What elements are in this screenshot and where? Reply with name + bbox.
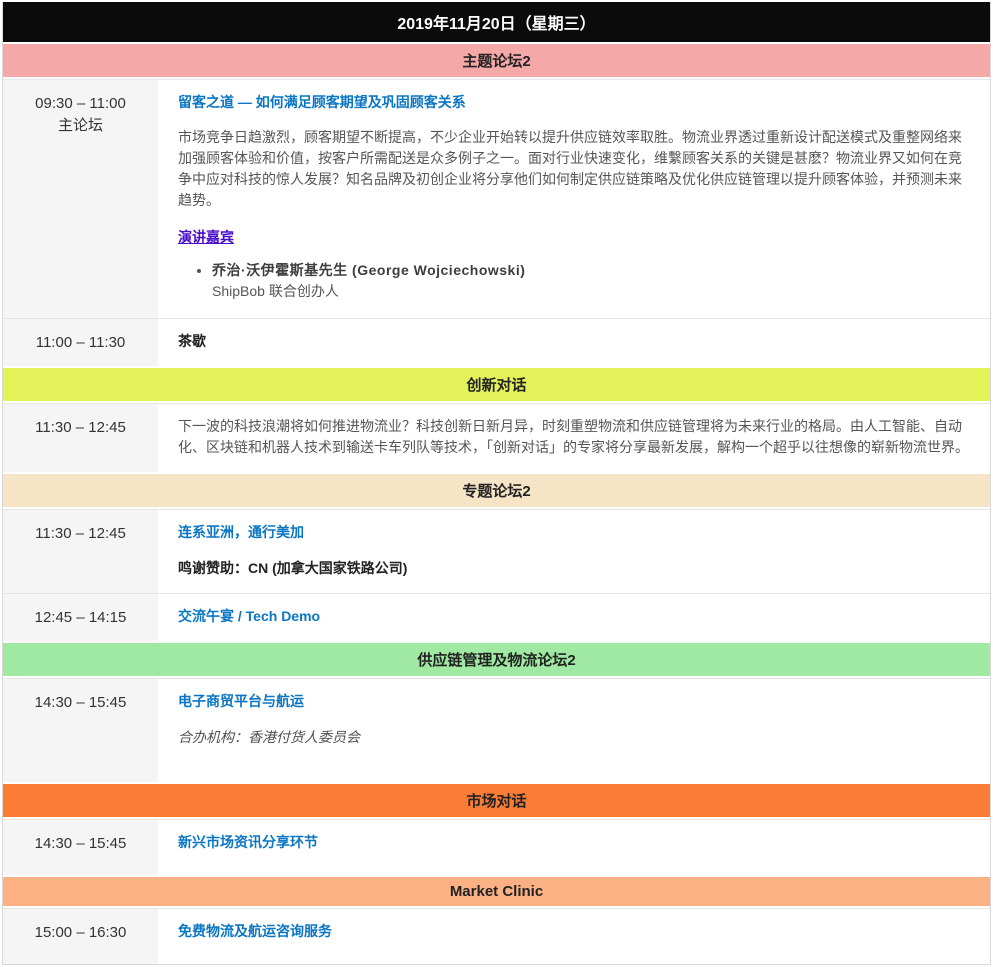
session-title: 茶歇 bbox=[178, 333, 206, 349]
speakers-label-link[interactable]: 演讲嘉宾 bbox=[178, 227, 972, 248]
session-time-cell: 09:30 – 11:00 主论坛 bbox=[3, 80, 160, 318]
session-row-lunch: 12:45 – 14:15 交流午宴 / Tech Demo bbox=[3, 593, 990, 641]
speaker-list: 乔治·沃伊霍斯基先生 (George Wojciechowski) ShipBo… bbox=[178, 260, 972, 302]
session-content-cell: 免费物流及航运咨询服务 bbox=[160, 909, 990, 964]
session-time-cell: 14:30 – 15:45 bbox=[3, 679, 160, 782]
session-row-tea-break: 11:00 – 11:30 茶歇 bbox=[3, 318, 990, 366]
session-content-cell: 新兴市场资讯分享环节 bbox=[160, 820, 990, 875]
session-row-keynote: 09:30 – 11:00 主论坛 留客之道 — 如何满足顾客期望及巩固顾客关系… bbox=[3, 79, 990, 318]
section-header-innovation-dialogue: 创新对话 bbox=[3, 368, 990, 401]
session-track: 主论坛 bbox=[3, 115, 158, 137]
session-time: 09:30 – 11:00 bbox=[3, 93, 158, 115]
session-title-link[interactable]: 免费物流及航运咨询服务 bbox=[178, 921, 972, 942]
session-time: 14:30 – 15:45 bbox=[3, 692, 158, 714]
session-time: 14:30 – 15:45 bbox=[3, 833, 158, 855]
section-header-market-dialogue: 市场对话 bbox=[3, 784, 990, 817]
session-description: 下一波的科技浪潮将如何推进物流业？科技创新日新月异，时刻重塑物流和供应链管理将为… bbox=[178, 418, 969, 455]
sponsor-credit: 鸣谢赞助：CN (加拿大国家铁路公司) bbox=[178, 558, 972, 579]
session-time: 11:30 – 12:45 bbox=[3, 523, 158, 545]
date-header-bar: 2019年11月20日（星期三） bbox=[3, 2, 990, 42]
session-title-link[interactable]: 电子商贸平台与航运 bbox=[178, 691, 972, 712]
session-row-ecommerce: 14:30 – 15:45 电子商贸平台与航运 合办机构：香港付货人委员会 bbox=[3, 678, 990, 782]
session-content-cell: 连系亚洲，通行美加 鸣谢赞助：CN (加拿大国家铁路公司) bbox=[160, 510, 990, 593]
session-row-asia: 11:30 – 12:45 连系亚洲，通行美加 鸣谢赞助：CN (加拿大国家铁路… bbox=[3, 509, 990, 593]
session-content-cell: 交流午宴 / Tech Demo bbox=[160, 594, 990, 641]
session-time: 12:45 – 14:15 bbox=[3, 607, 158, 629]
speaker-title: ShipBob 联合创办人 bbox=[212, 281, 972, 302]
session-content-cell: 留客之道 — 如何满足顾客期望及巩固顾客关系 市场竞争日趋激烈，顾客期望不断提高… bbox=[160, 80, 990, 318]
session-time: 11:00 – 11:30 bbox=[3, 332, 158, 354]
session-time-cell: 15:00 – 16:30 bbox=[3, 909, 160, 964]
session-row-clinic: 15:00 – 16:30 免费物流及航运咨询服务 bbox=[3, 908, 990, 964]
speaker-name: 乔治·沃伊霍斯基先生 (George Wojciechowski) bbox=[212, 262, 525, 278]
section-header-market-clinic: Market Clinic bbox=[3, 877, 990, 906]
session-content-cell: 下一波的科技浪潮将如何推进物流业？科技创新日新月异，时刻重塑物流和供应链管理将为… bbox=[160, 404, 990, 472]
session-time: 11:30 – 12:45 bbox=[3, 417, 158, 439]
session-content-cell: 茶歇 bbox=[160, 319, 990, 366]
session-description: 市场竞争日趋激烈，顾客期望不断提高，不少企业开始转以提升供应链效率取胜。物流业界… bbox=[178, 127, 972, 211]
session-time-cell: 12:45 – 14:15 bbox=[3, 594, 160, 641]
session-title-link[interactable]: 连系亚洲，通行美加 bbox=[178, 522, 972, 543]
co-organizer-credit: 合办机构：香港付货人委员会 bbox=[178, 727, 972, 748]
conference-schedule: 2019年11月20日（星期三） 主题论坛2 09:30 – 11:00 主论坛… bbox=[2, 2, 991, 965]
speaker-item: 乔治·沃伊霍斯基先生 (George Wojciechowski) ShipBo… bbox=[212, 260, 972, 302]
session-time-cell: 14:30 – 15:45 bbox=[3, 820, 160, 875]
session-time-cell: 11:30 – 12:45 bbox=[3, 510, 160, 593]
session-title-link[interactable]: 交流午宴 / Tech Demo bbox=[178, 606, 972, 627]
session-content-cell: 电子商贸平台与航运 合办机构：香港付货人委员会 bbox=[160, 679, 990, 782]
session-row-emerging-markets: 14:30 – 15:45 新兴市场资讯分享环节 bbox=[3, 819, 990, 875]
session-time-cell: 11:30 – 12:45 bbox=[3, 404, 160, 472]
session-time: 15:00 – 16:30 bbox=[3, 922, 158, 944]
section-header-scm-logistics-forum: 供应链管理及物流论坛2 bbox=[3, 643, 990, 676]
section-header-special-forum: 专题论坛2 bbox=[3, 474, 990, 507]
session-time-cell: 11:00 – 11:30 bbox=[3, 319, 160, 366]
session-row-innovation: 11:30 – 12:45 下一波的科技浪潮将如何推进物流业？科技创新日新月异，… bbox=[3, 403, 990, 472]
session-title-link[interactable]: 新兴市场资讯分享环节 bbox=[178, 832, 972, 853]
session-title-link[interactable]: 留客之道 — 如何满足顾客期望及巩固顾客关系 bbox=[178, 92, 972, 113]
section-header-theme-forum: 主题论坛2 bbox=[3, 44, 990, 77]
